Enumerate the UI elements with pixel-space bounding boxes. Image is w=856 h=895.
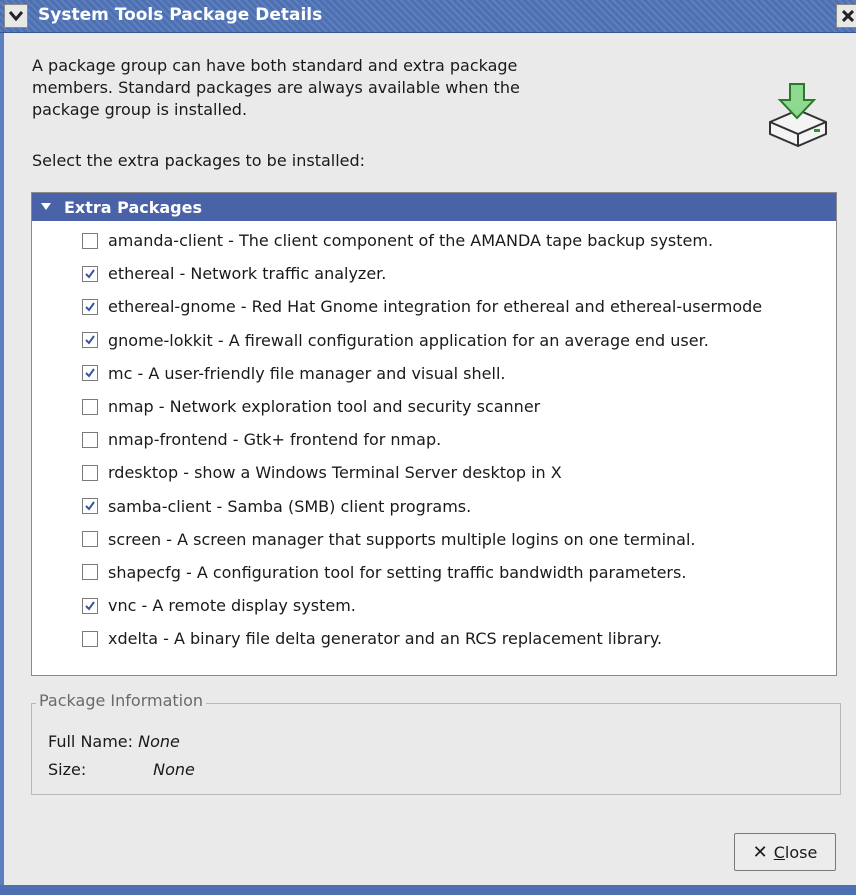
package-checkbox[interactable] (82, 365, 98, 382)
expander-arrow-icon[interactable] (40, 200, 54, 214)
list-header-label: Extra Packages (64, 197, 202, 217)
list-header[interactable]: Extra Packages (32, 193, 836, 221)
package-checkbox[interactable] (82, 332, 98, 349)
package-label: samba-client - Samba (SMB) client progra… (108, 496, 472, 516)
package-checkbox[interactable] (82, 398, 98, 415)
package-row[interactable]: nmap-frontend - Gtk+ frontend for nmap. (32, 423, 836, 456)
package-label: mc - A user-friendly file manager and vi… (108, 363, 506, 383)
package-checkbox[interactable] (82, 464, 98, 481)
package-checkbox[interactable] (82, 531, 98, 548)
package-information-frame: Package Information Full Name: None Size… (31, 691, 841, 795)
title-bar: System Tools Package Details (0, 0, 856, 33)
package-checkbox[interactable] (82, 431, 98, 448)
window-title: System Tools Package Details (38, 5, 323, 25)
package-label: xdelta - A binary file delta generator a… (108, 629, 663, 649)
package-row[interactable]: screen - A screen manager that supports … (32, 523, 836, 556)
package-label: nmap-frontend - Gtk+ frontend for nmap. (108, 430, 442, 450)
frame-legend: Package Information (36, 691, 207, 710)
package-label: ethereal-gnome - Red Hat Gnome integrati… (108, 297, 763, 317)
size-label: Size: (48, 760, 87, 779)
close-button-label: Close (773, 842, 818, 862)
checkmark-icon (85, 335, 95, 345)
package-checkbox[interactable] (82, 564, 98, 581)
size-row: Size: None (48, 760, 195, 779)
intro-line: members. Standard packages are always av… (32, 78, 520, 97)
window-close-button[interactable] (836, 4, 856, 28)
package-row[interactable]: rdesktop - show a Windows Terminal Serve… (32, 456, 836, 489)
package-label: ethereal - Network traffic analyzer. (108, 264, 387, 284)
package-row[interactable]: ethereal - Network traffic analyzer. (32, 257, 836, 290)
extra-packages-list: Extra Packages amanda-client - The clien… (31, 192, 837, 676)
package-row[interactable]: vnc - A remote display system. (32, 589, 836, 622)
package-label: nmap - Network exploration tool and secu… (108, 397, 541, 417)
package-checkbox[interactable] (82, 630, 98, 647)
package-label: screen - A screen manager that supports … (108, 529, 696, 549)
package-row[interactable]: samba-client - Samba (SMB) client progra… (32, 490, 836, 523)
package-row[interactable]: mc - A user-friendly file manager and vi… (32, 357, 836, 390)
package-row[interactable]: amanda-client - The client component of … (32, 224, 836, 257)
checkmark-icon (85, 368, 95, 378)
intro-line: A package group can have both standard a… (32, 56, 518, 75)
package-install-icon (769, 83, 827, 148)
full-name-label: Full Name: (48, 732, 134, 751)
close-button[interactable]: ✕ Close (734, 833, 836, 871)
size-value: None (153, 760, 195, 779)
package-label: vnc - A remote display system. (108, 596, 356, 616)
checkmark-icon (85, 269, 95, 279)
package-checkbox[interactable] (82, 232, 98, 249)
intro-text: A package group can have both standard a… (32, 55, 592, 121)
select-label: Select the extra packages to be installe… (32, 151, 366, 170)
package-label: gnome-lokkit - A firewall configuration … (108, 330, 709, 350)
checkmark-icon (85, 302, 95, 312)
package-row[interactable]: nmap - Network exploration tool and secu… (32, 390, 836, 423)
package-checkbox[interactable] (82, 498, 98, 515)
package-label: shapecfg - A configuration tool for sett… (108, 562, 687, 582)
package-row[interactable]: xdelta - A binary file delta generator a… (32, 622, 836, 655)
package-label: rdesktop - show a Windows Terminal Serve… (108, 463, 562, 483)
window-bottom-border (0, 885, 856, 895)
checkmark-icon (85, 601, 95, 611)
close-icon: ✕ (752, 841, 768, 863)
package-checkbox[interactable] (82, 597, 98, 614)
package-row[interactable]: gnome-lokkit - A firewall configuration … (32, 324, 836, 357)
full-name-value: None (138, 732, 180, 751)
package-checkbox[interactable] (82, 265, 98, 282)
close-icon (842, 10, 854, 22)
package-checkbox[interactable] (82, 298, 98, 315)
chevron-down-icon (9, 11, 23, 21)
full-name-row: Full Name: None (48, 732, 180, 751)
package-items: amanda-client - The client component of … (32, 224, 836, 655)
package-row[interactable]: shapecfg - A configuration tool for sett… (32, 556, 836, 589)
package-row[interactable]: ethereal-gnome - Red Hat Gnome integrati… (32, 290, 836, 323)
intro-line: package group is installed. (32, 100, 248, 119)
window-menu-button[interactable] (4, 4, 28, 28)
checkmark-icon (85, 501, 95, 511)
package-label: amanda-client - The client component of … (108, 231, 714, 251)
